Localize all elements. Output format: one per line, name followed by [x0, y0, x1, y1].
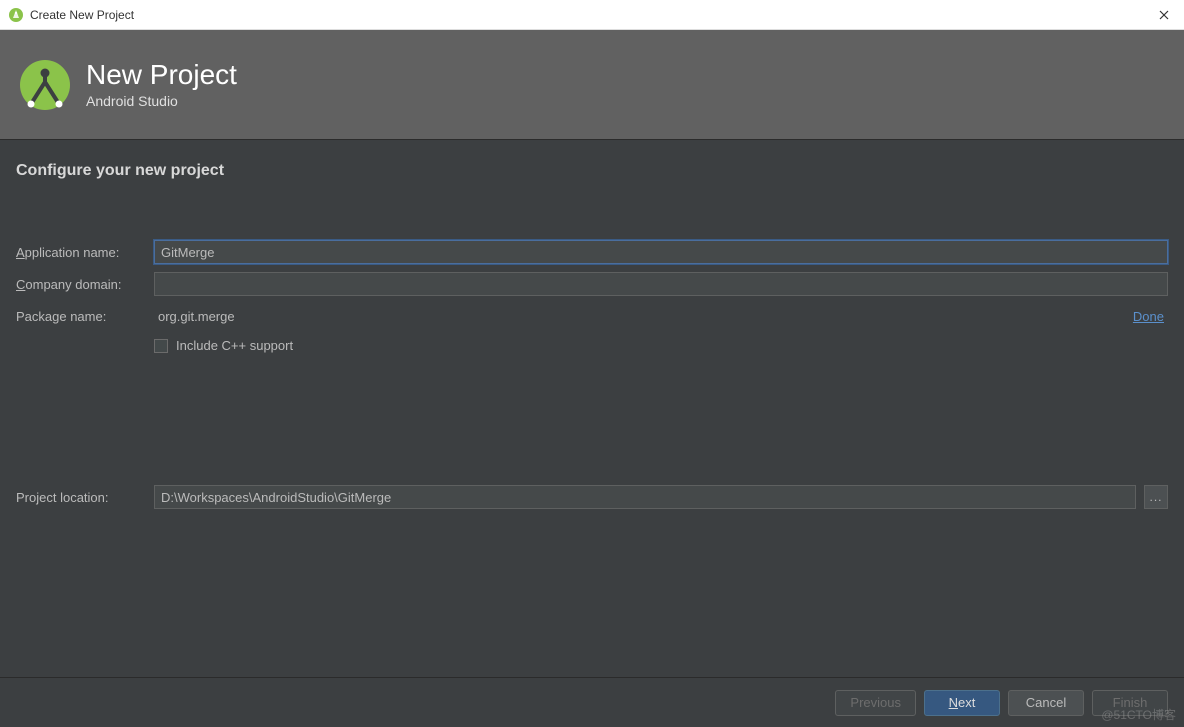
close-icon[interactable]: [1154, 5, 1174, 25]
application-name-input[interactable]: [154, 240, 1168, 264]
app-icon: [8, 7, 24, 23]
titlebar: Create New Project: [0, 0, 1184, 30]
banner-subtitle: Android Studio: [86, 93, 237, 109]
cpp-support-label: Include C++ support: [176, 338, 293, 353]
content-area: Configure your new project Application n…: [0, 140, 1184, 677]
previous-button[interactable]: Previous: [835, 690, 916, 716]
footer: Previous Next Cancel Finish: [0, 677, 1184, 727]
banner: New Project Android Studio: [0, 30, 1184, 140]
application-name-label: Application name:: [16, 245, 146, 260]
cancel-button[interactable]: Cancel: [1008, 690, 1084, 716]
browse-button[interactable]: ...: [1144, 485, 1168, 509]
section-heading: Configure your new project: [16, 162, 1168, 180]
window-title: Create New Project: [30, 8, 134, 22]
project-location-input[interactable]: [154, 485, 1136, 509]
package-name-value: org.git.merge: [154, 309, 1133, 324]
project-location-row: Project location: ...: [16, 485, 1168, 509]
android-studio-logo-icon: [18, 58, 72, 112]
package-done-link[interactable]: Done: [1133, 309, 1164, 324]
cpp-support-row: Include C++ support: [154, 338, 1168, 353]
dialog-body: New Project Android Studio Configure you…: [0, 30, 1184, 727]
package-name-row: org.git.merge Done: [154, 304, 1168, 328]
project-location-label: Project location:: [16, 490, 146, 505]
finish-button[interactable]: Finish: [1092, 690, 1168, 716]
company-domain-label: Company domain:: [16, 277, 146, 292]
banner-title: New Project: [86, 60, 237, 91]
cpp-support-checkbox[interactable]: [154, 339, 168, 353]
form-grid: Application name: Company domain: Packag…: [16, 240, 1168, 353]
package-name-label: Package name:: [16, 309, 146, 324]
company-domain-input[interactable]: [154, 272, 1168, 296]
next-button[interactable]: Next: [924, 690, 1000, 716]
